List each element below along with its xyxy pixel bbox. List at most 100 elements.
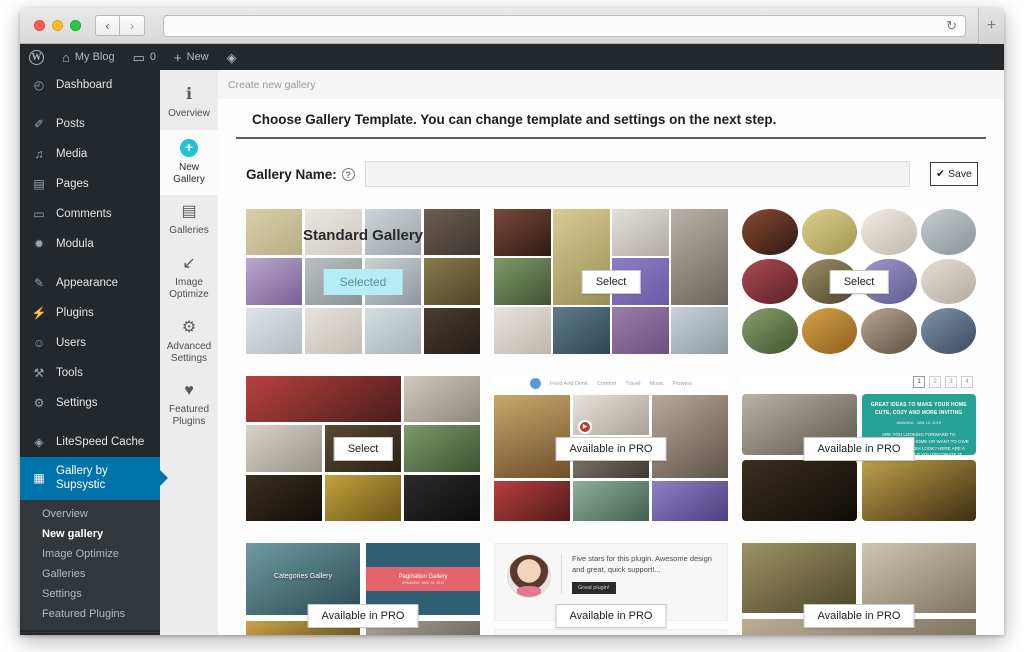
sidebar-item-label: Appearance xyxy=(56,277,119,289)
filter-item[interactable]: Food And Drink xyxy=(550,381,588,387)
comments-icon: ▭ xyxy=(33,207,45,221)
main-content: Create new gallery Choose Gallery Templa… xyxy=(218,70,1004,635)
template-select-badge[interactable]: Select xyxy=(333,436,393,461)
info-icon: ℹ xyxy=(185,86,193,103)
close-window-button[interactable] xyxy=(34,20,45,31)
thumb-cell xyxy=(861,209,917,255)
sidebar-item-dashboard[interactable]: ◴ Dashboard xyxy=(20,70,160,100)
submenu-item-overview[interactable]: Overview xyxy=(20,504,160,524)
template-card-photo-gallery[interactable]: Available in PRO xyxy=(742,543,976,635)
thumb-cell xyxy=(861,308,917,354)
thumb-cell xyxy=(801,209,857,255)
submenu-item-settings[interactable]: Settings xyxy=(20,584,160,604)
template-card-testimonials-gallery[interactable]: Five stars for this plugin. Awesome desi… xyxy=(494,543,728,635)
tab-label: Image Optimize xyxy=(169,277,209,300)
sidebar-item-appearance[interactable]: ✎ Appearance xyxy=(20,268,160,298)
address-bar[interactable]: ↻ xyxy=(163,14,966,37)
template-pro-badge[interactable]: Available in PRO xyxy=(803,603,915,628)
new-content-menu[interactable]: + New xyxy=(165,44,218,70)
tab-advanced-settings[interactable]: ⚙ Advanced Settings xyxy=(160,311,218,375)
play-button-icon[interactable]: ▶ xyxy=(578,419,593,434)
filter-item[interactable]: Flowers xyxy=(673,381,692,387)
save-button[interactable]: ✔ Save xyxy=(930,162,978,186)
archive-box-icon: ▤ xyxy=(181,203,197,221)
thumb-cell xyxy=(742,460,857,521)
filter-item[interactable]: Travel xyxy=(625,381,640,387)
sidebar-item-modula[interactable]: ✹ Modula xyxy=(20,229,160,259)
site-name-menu[interactable]: ⌂ My Blog xyxy=(53,44,124,70)
category-label: Categories Gallery xyxy=(274,573,332,581)
new-tab-button[interactable]: + xyxy=(978,8,1004,44)
thumb-cell xyxy=(364,307,421,354)
tab-label: Overview xyxy=(168,108,210,119)
gallery-name-text: Gallery Name: xyxy=(246,166,337,182)
submenu-item-image-optimize[interactable]: Image Optimize xyxy=(20,544,160,564)
testimonial-body: Five stars for this plugin. Awesome desi… xyxy=(561,554,715,594)
reload-icon[interactable]: ↻ xyxy=(946,19,957,32)
sidebar-item-settings[interactable]: ⚙ Settings xyxy=(20,388,160,418)
template-pro-badge[interactable]: Available in PRO xyxy=(555,436,667,461)
template-select-badge[interactable]: Select xyxy=(581,269,641,294)
filter-active-dot-icon[interactable] xyxy=(529,378,541,389)
navigation-buttons: ‹ › xyxy=(95,15,145,36)
tab-featured-plugins[interactable]: ♥ Featured Plugins xyxy=(160,374,218,438)
thumb-cell xyxy=(573,481,649,521)
minimize-window-button[interactable] xyxy=(52,20,63,31)
help-icon[interactable]: ? xyxy=(341,168,355,182)
page-button[interactable]: 1 xyxy=(913,376,925,388)
template-card-round-gallery[interactable]: Select xyxy=(742,209,976,354)
maximize-window-button[interactable] xyxy=(70,20,81,31)
sidebar-item-users[interactable]: ☺ Users xyxy=(20,328,160,358)
sidebar-item-media[interactable]: ♫ Media xyxy=(20,139,160,169)
sidebar-item-plugins[interactable]: ⚡ Plugins xyxy=(20,298,160,328)
browser-window: ‹ › ↻ + W ⌂ My Blog ▭ 0 + New ◈ ◴ Dashbo… xyxy=(20,8,1004,635)
testimonial-card xyxy=(494,629,728,635)
filter-item[interactable]: Music xyxy=(649,381,663,387)
sidebar-item-pages[interactable]: ▤ Pages xyxy=(20,169,160,199)
admin-body: ◴ Dashboard ✐ Posts ♫ Media ▤ Pages ▭ Co… xyxy=(20,70,1004,635)
back-button[interactable]: ‹ xyxy=(95,15,120,36)
submenu-item-featured-plugins[interactable]: Featured Plugins xyxy=(20,604,160,624)
category-filter-bar: Food And Drink Comfort Travel Music Flow… xyxy=(494,376,728,391)
tab-image-optimize[interactable]: ↙ Image Optimize xyxy=(160,247,218,311)
wp-logo-menu[interactable]: W xyxy=(20,44,53,70)
sidebar-item-gallery-by-supsystic[interactable]: ▦ Gallery by Supsystic xyxy=(20,457,160,500)
forward-button[interactable]: › xyxy=(120,15,145,36)
litespeed-menu[interactable]: ◈ xyxy=(218,44,246,70)
comments-menu[interactable]: ▭ 0 xyxy=(124,44,165,70)
sidebar-item-tools[interactable]: ⚒ Tools xyxy=(20,358,160,388)
tab-overview[interactable]: ℹ Overview xyxy=(160,78,218,130)
template-card-mosaic-gallery[interactable]: Select xyxy=(494,209,728,354)
article-meta: AMANDA · JAN 13, 2019 xyxy=(896,420,942,425)
sidebar-item-posts[interactable]: ✐ Posts xyxy=(20,109,160,139)
thumb-cell xyxy=(671,307,728,354)
tab-new-gallery[interactable]: + New Gallery xyxy=(160,129,218,196)
sidebar-item-comments[interactable]: ▭ Comments xyxy=(20,199,160,229)
template-card-filter-gallery[interactable]: Food And Drink Comfort Travel Music Flow… xyxy=(494,376,728,521)
template-pro-badge[interactable]: Available in PRO xyxy=(555,603,667,628)
template-pro-badge[interactable]: Available in PRO xyxy=(307,603,419,628)
sidebar-item-label: Comments xyxy=(56,208,112,220)
page-button[interactable]: 3 xyxy=(945,376,957,388)
thumb-cell xyxy=(246,425,322,472)
template-card-categories-gallery[interactable]: Categories Gallery Pagination Gallery AR… xyxy=(246,543,480,635)
submenu-item-galleries[interactable]: Galleries xyxy=(20,564,160,584)
sidebar-item-litespeed-cache[interactable]: ◈ LiteSpeed Cache xyxy=(20,427,160,457)
tab-galleries[interactable]: ▤ Galleries xyxy=(160,195,218,247)
sidebar-item-label: LiteSpeed Cache xyxy=(56,436,145,448)
collapse-menu-button[interactable]: ◀ Collapse menu xyxy=(20,631,160,635)
article-headline: GREAT IDEAS TO MAKE YOUR HOME CUTE, COZY… xyxy=(870,402,967,416)
page-button[interactable]: 2 xyxy=(929,376,941,388)
template-pro-badge[interactable]: Available in PRO xyxy=(803,436,915,461)
template-selected-badge[interactable]: Selected xyxy=(323,268,403,295)
thumb-cell xyxy=(920,308,976,354)
template-select-badge[interactable]: Select xyxy=(829,269,889,294)
filter-item[interactable]: Comfort xyxy=(597,381,617,387)
thumb-cell xyxy=(494,481,570,521)
template-card-pagination-gallery[interactable]: 1 2 3 4 GREAT IDEAS TO MAKE YOUR HOME CU… xyxy=(742,376,976,521)
page-button[interactable]: 4 xyxy=(961,376,973,388)
submenu-item-new-gallery[interactable]: New gallery xyxy=(20,524,160,544)
template-card-grid-gallery[interactable]: Select xyxy=(246,376,480,521)
gallery-name-input[interactable] xyxy=(364,161,910,187)
template-card-standard-gallery[interactable]: Standard Gallery Selected xyxy=(246,209,480,354)
